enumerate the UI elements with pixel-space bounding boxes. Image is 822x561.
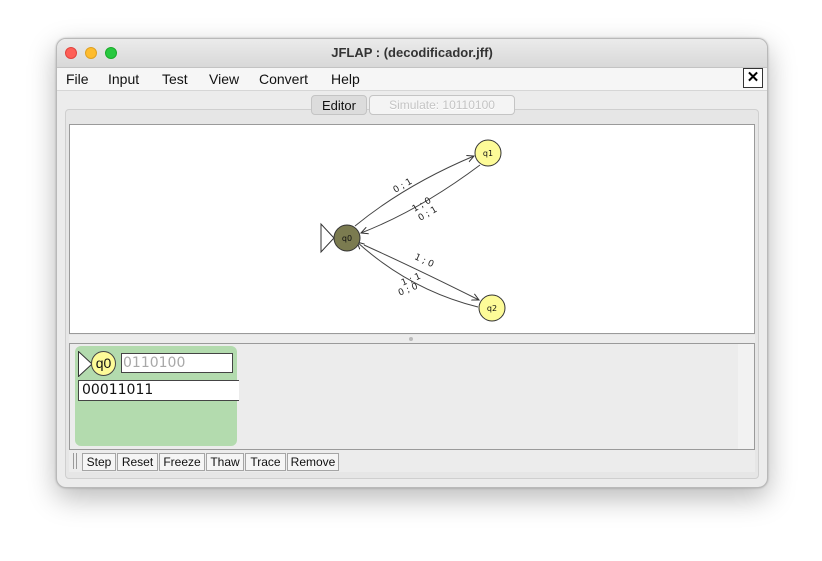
- initial-state-triangle-icon: [320, 222, 335, 254]
- simulation-scrollbar[interactable]: [738, 344, 754, 449]
- menu-help[interactable]: Help: [331, 71, 360, 87]
- tab-simulate[interactable]: Simulate: 10110100: [369, 95, 515, 115]
- state-q2-label: q2: [487, 304, 497, 313]
- transition-q0-q2[interactable]: [363, 244, 479, 300]
- jflap-window: JFLAP : (decodificador.jff) File Input T…: [56, 38, 768, 488]
- state-q1-label: q1: [483, 149, 493, 158]
- thaw-button[interactable]: Thaw: [206, 453, 244, 471]
- step-button[interactable]: Step: [82, 453, 116, 471]
- title-bar[interactable]: JFLAP : (decodificador.jff): [57, 39, 767, 68]
- freeze-button[interactable]: Freeze: [159, 453, 205, 471]
- transition-label-q0-q1: 0 ; 1: [392, 177, 415, 196]
- transition-label-q2-q0-b: 0 ; 0: [397, 282, 420, 299]
- window-title: JFLAP : (decodificador.jff): [331, 45, 493, 60]
- transition-q0-q1[interactable]: [354, 156, 474, 227]
- close-icon[interactable]: ✕: [743, 68, 763, 88]
- trace-button[interactable]: Trace: [245, 453, 286, 471]
- menu-input[interactable]: Input: [108, 71, 139, 87]
- automaton-diagram: 0 ; 1 1 ; 0 0 ; 1 1 ; 0 1 ; 1 0 ; 0 q0 q…: [320, 139, 506, 322]
- menu-convert[interactable]: Convert: [259, 71, 308, 87]
- config-state-badge: q0: [91, 351, 116, 376]
- menu-bar: File Input Test View Convert Help: [57, 68, 767, 91]
- reset-button[interactable]: Reset: [117, 453, 158, 471]
- state-q0-label: q0: [342, 234, 352, 243]
- transition-label-q0-q2: 1 ; 0: [413, 252, 436, 270]
- toolbar-grip-icon[interactable]: [73, 453, 77, 469]
- remove-button[interactable]: Remove: [287, 453, 339, 471]
- automaton-canvas[interactable]: 0 ; 1 1 ; 0 0 ; 1 1 ; 0 1 ; 1 0 ; 0 q0 q…: [69, 124, 755, 334]
- menu-view[interactable]: View: [209, 71, 239, 87]
- tab-editor[interactable]: Editor: [311, 95, 367, 115]
- split-divider-handle[interactable]: [409, 337, 413, 341]
- menu-test[interactable]: Test: [162, 71, 188, 87]
- config-output-tape: 00011011: [78, 380, 239, 401]
- config-remaining-input: 0110100: [121, 353, 233, 373]
- menu-file[interactable]: File: [66, 71, 89, 87]
